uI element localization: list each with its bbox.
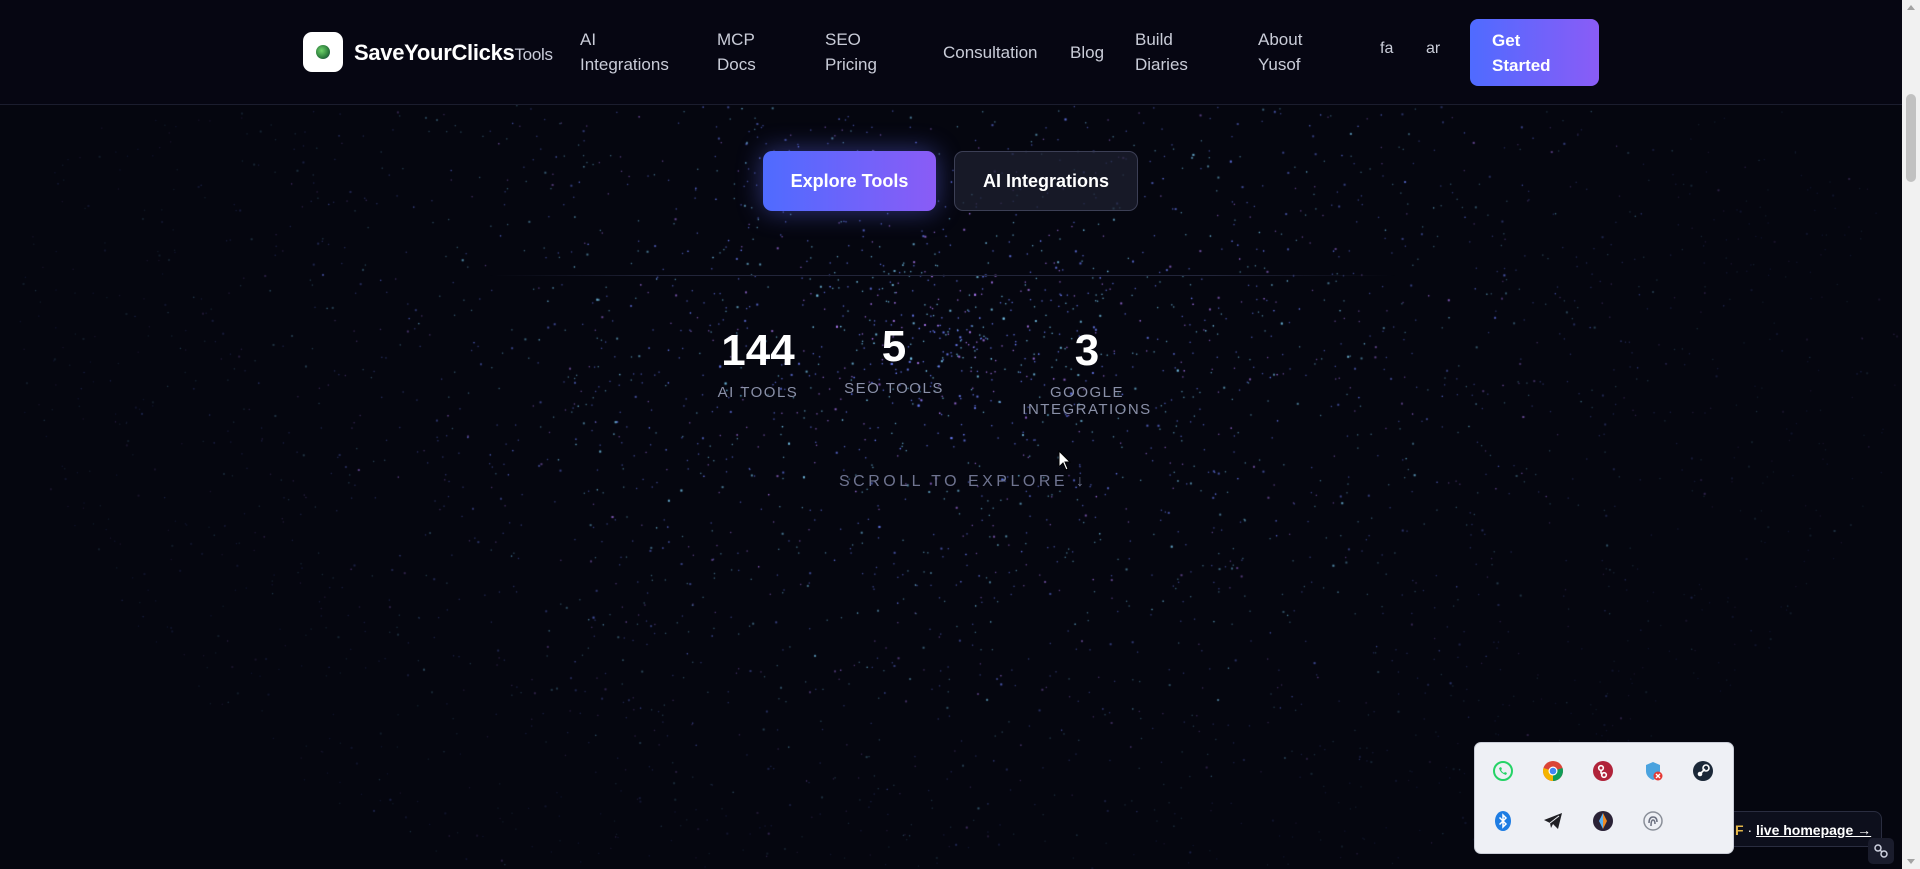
nav-seo-pricing[interactable]: SEO Pricing (825, 27, 877, 77)
language-fa[interactable]: fa (1380, 40, 1393, 58)
chrome-icon[interactable] (1540, 758, 1566, 784)
logo-mark-icon (316, 45, 330, 59)
nav-label: Diaries (1135, 55, 1188, 74)
connection-icon[interactable] (1868, 838, 1894, 864)
nav-label: AI (580, 30, 597, 49)
mouse-cursor-icon (1058, 450, 1072, 471)
stat-value: 144 (721, 326, 795, 375)
cta-label: Get (1492, 31, 1521, 50)
stat-label: AI TOOLS (717, 384, 799, 401)
telegram-icon[interactable] (1540, 808, 1566, 834)
explore-tools-button[interactable]: Explore Tools (763, 151, 936, 211)
brand-title: SaveYourClicks (354, 40, 515, 65)
stat-label: SEO TOOLS (844, 380, 944, 397)
stat-value: 5 (881, 322, 907, 371)
nav-label: Consultation (943, 43, 1038, 62)
nav-blog[interactable]: Blog (1070, 40, 1104, 65)
color-app-icon[interactable] (1590, 808, 1616, 834)
nav-label: Docs (717, 55, 756, 74)
nav-consultation[interactable]: Consultation (943, 40, 1038, 65)
site-header: SaveYourClicksTools AI Integrations MCP … (0, 0, 1902, 105)
brand-suffix: Tools (514, 45, 553, 64)
nav-label: Yusof (1258, 55, 1301, 74)
live-homepage-link[interactable]: live homepage → (1756, 822, 1871, 838)
scroll-down-icon[interactable] (1907, 859, 1915, 864)
system-tray-popup (1474, 742, 1734, 854)
nav-label: Integrations (580, 55, 669, 74)
nav-label: About (1258, 30, 1303, 49)
logo[interactable] (303, 32, 343, 72)
live-bar-separator: · (1743, 822, 1757, 838)
nav-ai-integrations[interactable]: AI Integrations (580, 27, 669, 77)
nav-mcp-docs[interactable]: MCP Docs (717, 27, 756, 77)
bluetooth-icon[interactable] (1490, 808, 1516, 834)
scrollbar-thumb[interactable] (1906, 94, 1916, 182)
fingerprint-icon[interactable] (1640, 808, 1666, 834)
steam-icon[interactable] (1690, 758, 1716, 784)
cta-label: Started (1492, 56, 1551, 75)
nav-label: MCP (717, 30, 755, 49)
nav-label: Blog (1070, 43, 1105, 62)
stat-label: GOOGLE INTEGRATIONS (1022, 384, 1152, 418)
brand-name[interactable]: SaveYourClicksTools (354, 40, 553, 66)
page-scrollbar[interactable] (1902, 0, 1920, 869)
ai-integrations-button[interactable]: AI Integrations (954, 151, 1138, 211)
language-ar[interactable]: ar (1426, 40, 1440, 58)
whatsapp-icon[interactable] (1490, 758, 1516, 784)
live-bar-prefix: F (1735, 822, 1744, 838)
divider (490, 275, 1395, 276)
stat-google-integrations: 3 GOOGLE INTEGRATIONS (987, 326, 1187, 418)
stat-value: 3 (1074, 326, 1100, 375)
nav-build-diaries[interactable]: Build Diaries (1135, 27, 1188, 77)
shield-alert-icon[interactable] (1640, 758, 1666, 784)
stat-seo-tools: 5 SEO TOOLS (842, 322, 946, 397)
nav-label: Build (1135, 30, 1173, 49)
scroll-to-explore-hint[interactable]: SCROLL TO EXPLORE ↓ (839, 473, 1088, 491)
starfield-background (0, 0, 1900, 869)
nav-label: Pricing (825, 55, 877, 74)
nav-about-yusof[interactable]: About Yusof (1258, 27, 1302, 77)
git-icon[interactable] (1590, 758, 1616, 784)
scroll-up-icon[interactable] (1907, 5, 1915, 10)
nav-label: SEO (825, 30, 861, 49)
get-started-button[interactable]: Get Started (1470, 19, 1599, 86)
stat-ai-tools: 144 AI TOOLS (712, 326, 804, 401)
